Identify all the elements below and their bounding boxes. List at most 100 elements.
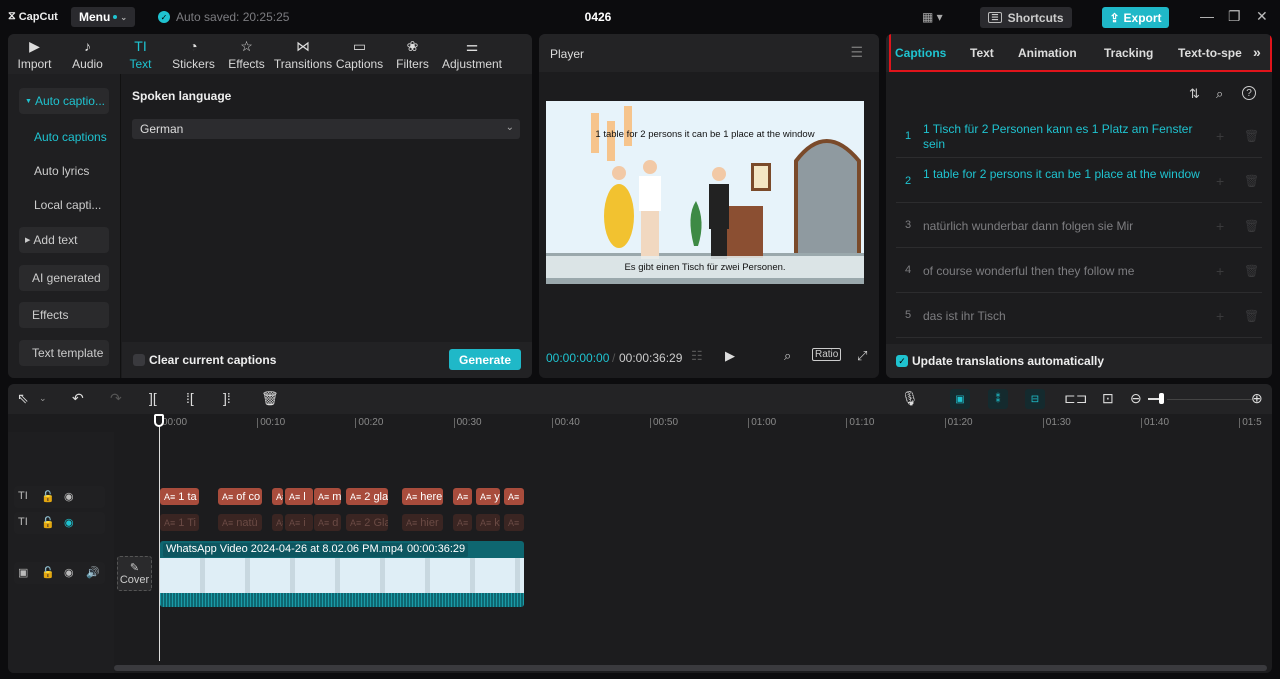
main-track-magnet-icon[interactable]: ▣ — [950, 389, 970, 409]
delete-caption-icon[interactable]: 🗑 — [1244, 264, 1259, 278]
split-left-icon[interactable]: ⁞[ — [186, 390, 194, 406]
add-caption-icon[interactable]: + — [1216, 308, 1224, 324]
add-caption-icon[interactable]: + — [1216, 128, 1224, 144]
caption-clip[interactable]: A≡ y — [476, 488, 500, 505]
caption-clip[interactable]: A≡ hier — [402, 514, 443, 531]
caption-text[interactable]: das ist ihr Tisch — [923, 309, 1203, 324]
delete-caption-icon[interactable]: 🗑 — [1244, 129, 1259, 143]
caption-clip[interactable]: A≡ 2 gla — [346, 488, 388, 505]
search-captions-icon[interactable]: ⌕ — [1216, 86, 1223, 102]
playhead-handle[interactable] — [154, 414, 164, 427]
layout-icon[interactable]: ▦ ▾ — [922, 10, 943, 24]
clear-captions-checkbox[interactable] — [133, 354, 145, 366]
sidebar-item-local-captions[interactable]: Local capti... — [19, 192, 109, 218]
sidebar-item-effects[interactable]: Effects — [19, 302, 109, 328]
eye-icon[interactable]: ◉ — [64, 566, 74, 579]
hamburger-menu-icon[interactable]: ☰ — [850, 44, 863, 61]
caption-text[interactable]: of course wonderful then they follow me — [923, 264, 1203, 279]
lock-icon[interactable]: 🔓 — [41, 566, 55, 579]
eye-hidden-icon[interactable]: ◉ — [64, 516, 74, 529]
auto-snapping-icon[interactable]: ⁑ — [988, 389, 1008, 409]
zoom-preview-icon[interactable]: ⌕ — [784, 348, 791, 364]
caption-clip[interactable]: A≡ — [504, 514, 524, 531]
sidebar-item-text-template[interactable]: Text template — [19, 340, 109, 366]
zoom-out-icon[interactable]: ⊖ — [1130, 390, 1142, 407]
caption-row[interactable]: 5 das ist ihr Tisch + 🗑 — [896, 294, 1262, 338]
microphone-icon[interactable]: 🎙 — [901, 390, 919, 407]
caption-clip[interactable]: A≡ — [453, 514, 472, 531]
lock-icon[interactable]: 🔓 — [41, 516, 55, 529]
caption-clip[interactable]: A≡ — [504, 488, 524, 505]
add-caption-icon[interactable]: + — [1216, 263, 1224, 279]
linkage-icon[interactable]: ⊟ — [1025, 389, 1045, 409]
sidebar-item-add-text[interactable]: ▶ Add text — [19, 227, 109, 253]
caption-clip[interactable]: A≡ — [272, 514, 283, 531]
tool-captions[interactable]: ▭ Captions — [333, 34, 386, 74]
delete-caption-icon[interactable]: 🗑 — [1244, 309, 1259, 323]
tool-filters[interactable]: ❀ Filters — [386, 34, 439, 74]
tool-import[interactable]: ▶ Import — [8, 34, 61, 74]
translate-sort-icon[interactable]: ⇅ — [1189, 86, 1200, 102]
eye-icon[interactable]: ◉ — [64, 490, 74, 503]
caption-text[interactable]: 1 table for 2 persons it can be 1 place … — [923, 167, 1203, 182]
fullscreen-icon[interactable]: ⤢ — [857, 348, 867, 364]
add-caption-icon[interactable]: + — [1216, 218, 1224, 234]
split-right-icon[interactable]: ]⁞ — [223, 390, 231, 406]
caption-clip[interactable]: A≡ 1 ta — [160, 488, 199, 505]
caption-clip[interactable]: A≡ — [453, 488, 472, 505]
caption-clip[interactable]: A≡ 2 Gla — [346, 514, 388, 531]
caption-clip[interactable]: A≡ of co — [218, 488, 262, 505]
caption-row[interactable]: 3 natürlich wunderbar dann folgen sie Mi… — [896, 204, 1262, 248]
caption-row[interactable]: 1 1 Tisch für 2 Personen kann es 1 Platz… — [896, 114, 1262, 158]
sidebar-item-ai-generated[interactable]: AI generated — [19, 265, 109, 291]
tool-audio[interactable]: ♪ Audio — [61, 34, 114, 74]
delete-caption-icon[interactable]: 🗑 — [1244, 219, 1259, 233]
cover-button[interactable]: ✎ Cover — [117, 556, 152, 591]
spoken-language-select[interactable]: German ⌄ — [132, 119, 520, 139]
project-title[interactable]: 0426 — [560, 10, 636, 24]
minimize-icon[interactable]: — — [1200, 8, 1214, 24]
select-cursor-icon[interactable]: ⇖ — [17, 390, 29, 407]
split-icon[interactable]: ][ — [149, 390, 157, 406]
delete-icon[interactable]: 🗑 — [261, 390, 279, 407]
restore-icon[interactable]: ❐ — [1228, 8, 1241, 25]
video-preview[interactable]: 1 table for 2 persons it can be 1 place … — [546, 101, 864, 284]
time-ruler[interactable]: 00:00 00:10 00:20 00:30 00:40 00:50 01:00 01:10… — [114, 414, 1272, 432]
sidebar-item-auto-captions[interactable]: Auto captions — [19, 124, 109, 150]
caption-clip[interactable]: A≡ l — [285, 488, 313, 505]
tool-adjustment[interactable]: ⚌ Adjustment — [439, 34, 505, 74]
caption-row[interactable]: 4 of course wonderful then they follow m… — [896, 249, 1262, 293]
ratio-button[interactable]: Ratio — [812, 348, 842, 361]
tool-text[interactable]: TI Text — [114, 34, 167, 74]
preview-axis-icon[interactable]: ⊏⊐ — [1064, 390, 1087, 407]
caption-clip[interactable]: A≡ here — [402, 488, 443, 505]
close-icon[interactable]: ✕ — [1256, 8, 1268, 25]
playhead-line[interactable] — [159, 414, 160, 661]
zoom-in-icon[interactable]: ⊕ — [1251, 390, 1263, 407]
caption-clip[interactable]: A≡ natü — [218, 514, 262, 531]
caption-text[interactable]: 1 Tisch für 2 Personen kann es 1 Platz a… — [923, 122, 1203, 152]
export-button[interactable]: ⇪ Export — [1102, 7, 1169, 28]
caption-clip[interactable]: A≡ i — [285, 514, 313, 531]
sidebar-item-auto-lyrics[interactable]: Auto lyrics — [19, 158, 109, 184]
caption-clip[interactable]: A≡ k — [476, 514, 500, 531]
tool-stickers[interactable]: ◔ Stickers — [167, 34, 220, 74]
zoom-slider-handle[interactable] — [1159, 393, 1164, 404]
menu-button[interactable]: Menu ⌄ — [71, 7, 135, 27]
caption-row[interactable]: 2 1 table for 2 persons it can be 1 plac… — [896, 159, 1262, 203]
delete-caption-icon[interactable]: 🗑 — [1244, 174, 1259, 188]
caption-clip[interactable]: A≡ 1 Ti — [160, 514, 199, 531]
help-icon[interactable]: ? — [1242, 86, 1256, 100]
caption-clip[interactable]: A≡ d — [314, 514, 341, 531]
sidebar-item-auto-captions-group[interactable]: ▼ Auto captio... — [19, 88, 109, 114]
lock-icon[interactable]: 🔓 — [41, 490, 55, 503]
generate-button[interactable]: Generate — [449, 349, 521, 370]
add-caption-icon[interactable]: + — [1216, 173, 1224, 189]
shortcuts-button[interactable]: ☰ Shortcuts — [980, 7, 1072, 28]
caption-text[interactable]: natürlich wunderbar dann folgen sie Mir — [923, 219, 1203, 234]
undo-icon[interactable]: ↶ — [72, 390, 84, 407]
tool-transitions[interactable]: ⋈ Transitions — [273, 34, 333, 74]
fit-timeline-icon[interactable]: ⊡ — [1102, 390, 1114, 407]
chevron-down-icon[interactable]: ⌄ — [39, 393, 47, 404]
caption-clip[interactable]: A≡ — [272, 488, 283, 505]
